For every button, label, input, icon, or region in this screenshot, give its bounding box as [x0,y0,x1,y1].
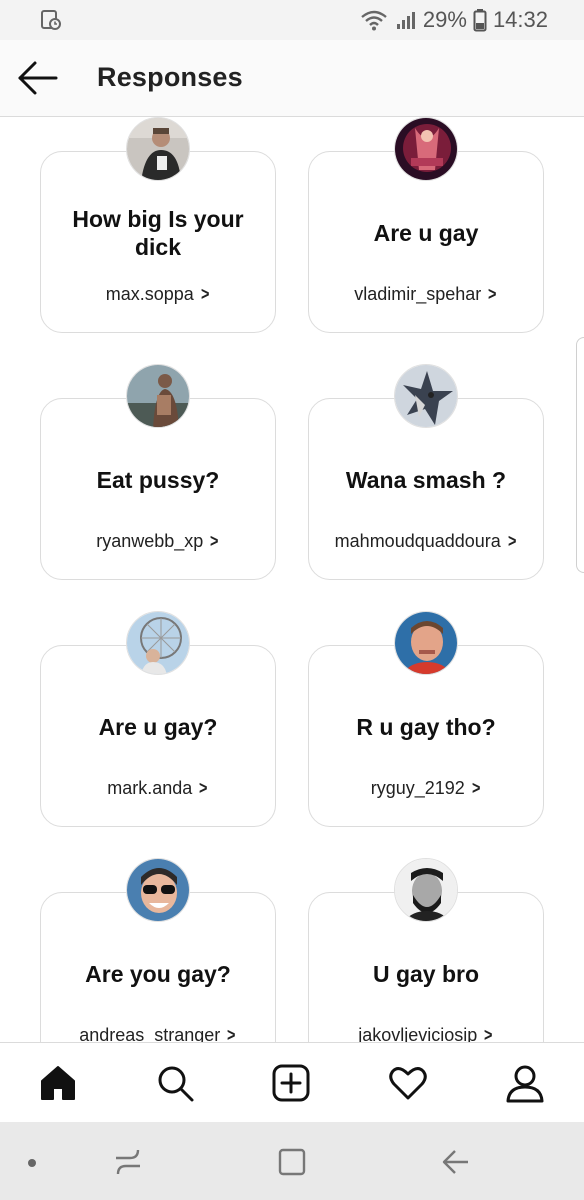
search-icon[interactable] [155,1063,195,1103]
username-link[interactable]: vladimir_spehar > [309,284,543,305]
chevron-right-icon: > [488,284,497,304]
user-photo [395,859,457,921]
username: andreas_stranger [79,1025,221,1042]
question-text: U gay bro [372,961,480,987]
username: mahmoudquaddoura [334,531,501,551]
home-square-icon[interactable] [276,1146,308,1178]
status-bar: 29% 14:32 [0,0,584,40]
battery-icon [473,9,487,32]
username: jakovljeviciosip [358,1025,478,1042]
wifi-icon [361,10,387,31]
bottom-navigation [0,1042,584,1123]
avatar[interactable] [394,364,458,428]
username: mark.anda [107,778,193,798]
clock: 14:32 [492,7,548,32]
page-title: Responses [97,62,243,92]
scroll-indicator[interactable] [576,337,584,573]
avatar[interactable] [126,611,190,675]
chevron-right-icon: > [210,531,219,551]
question-text: Wana smash ? [345,467,507,493]
question-text: Are u gay? [98,714,218,740]
username-link[interactable]: max.soppa > [41,284,275,305]
home-icon[interactable] [38,1063,78,1103]
chevron-right-icon: > [199,778,208,798]
username: max.soppa [105,284,194,304]
username: ryguy_2192 [370,778,465,798]
username: ryanwebb_xp [96,531,204,551]
username: vladimir_spehar [354,284,482,304]
username-link[interactable]: mark.anda > [41,778,275,799]
chevron-right-icon: > [471,778,481,798]
question-text: Are you gay? [85,961,231,987]
activity-heart-icon[interactable] [388,1063,428,1103]
chevron-right-icon: > [507,531,517,551]
username-link[interactable]: mahmoudquaddoura > [309,531,543,552]
user-photo [395,118,457,180]
question-text: Eat pussy? [96,467,220,493]
user-photo [127,118,189,180]
avatar[interactable] [394,858,458,922]
user-photo [127,365,189,427]
chevron-right-icon: > [227,1025,236,1042]
question-text: How big Is your dick [72,206,244,260]
avatar[interactable] [126,117,190,181]
avatar[interactable] [126,364,190,428]
profile-icon[interactable] [505,1063,545,1103]
user-photo [127,859,189,921]
recent-apps-icon[interactable] [112,1146,144,1178]
screenshot-notification-icon [41,10,61,30]
chevron-right-icon: > [484,1025,493,1042]
avatar[interactable] [394,117,458,181]
dot-icon [28,1159,36,1167]
question-text: Are u gay [373,220,479,246]
user-photo [395,612,457,674]
question-text: R u gay tho? [356,714,496,740]
responses-grid: How big Is your dick max.soppa > Are u ga… [0,117,584,1042]
username-link[interactable]: ryguy_2192 > [309,778,543,799]
username-link[interactable]: jakovljeviciosip > [309,1025,543,1042]
add-post-icon[interactable] [271,1063,311,1103]
username-link[interactable]: ryanwebb_xp > [41,531,275,552]
app-header: Responses [0,40,584,117]
avatar[interactable] [126,858,190,922]
back-arrow-icon[interactable] [16,58,60,98]
system-navigation-bar [0,1122,584,1200]
system-back-icon[interactable] [440,1146,472,1178]
battery-percent: 29% [422,7,467,32]
chevron-right-icon: > [200,284,210,304]
user-photo [127,612,189,674]
signal-icon [396,12,415,29]
user-photo [395,365,457,427]
username-link[interactable]: andreas_stranger > [41,1025,275,1042]
avatar[interactable] [394,611,458,675]
